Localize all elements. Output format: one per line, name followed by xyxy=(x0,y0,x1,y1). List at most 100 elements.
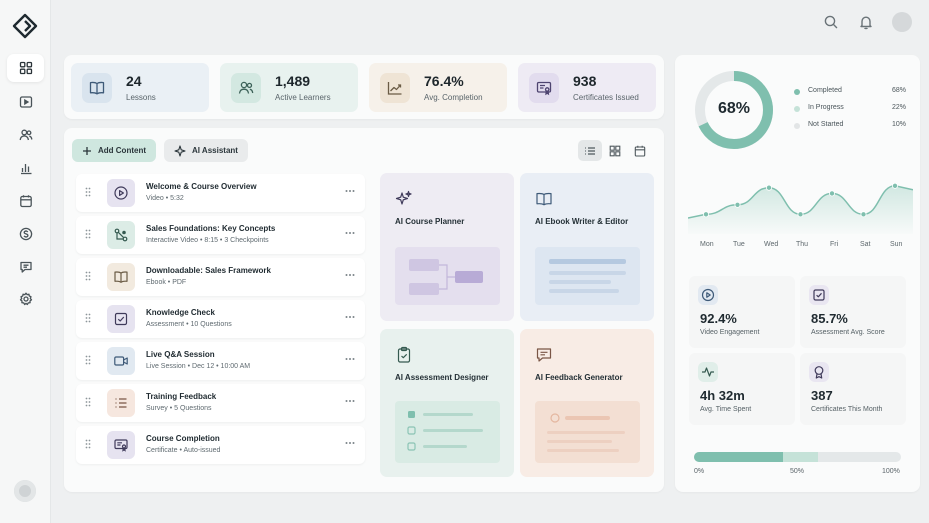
more-icon[interactable] xyxy=(345,357,355,361)
more-icon[interactable] xyxy=(345,231,355,235)
ai-ebook-writer-card[interactable]: AI Ebook Writer & Editor xyxy=(520,173,654,321)
more-icon[interactable] xyxy=(345,273,355,277)
list-item[interactable]: Welcome & Course Overview Video • 5:32 xyxy=(76,174,365,212)
tool-label: AI Course Planner xyxy=(395,217,465,226)
sidebar-item-users[interactable] xyxy=(7,121,44,149)
play-circle-icon xyxy=(107,179,135,207)
item-title: Welcome & Course Overview xyxy=(146,182,257,191)
ai-assistant-button[interactable]: AI Assistant xyxy=(164,139,248,162)
list-item[interactable]: Live Q&A Session Live Session • Dec 12 •… xyxy=(76,342,365,380)
metric-card-time-spent: 4h 32m Avg. Time Spent xyxy=(689,353,795,425)
list-item[interactable]: Course Completion Certificate • Auto-iss… xyxy=(76,426,365,464)
trend-icon xyxy=(380,73,410,103)
item-title: Downloadable: Sales Framework xyxy=(146,266,271,275)
item-title: Course Completion xyxy=(146,434,220,443)
view-toggle xyxy=(577,140,653,161)
grid-view-button[interactable] xyxy=(603,140,627,161)
avatar[interactable] xyxy=(14,480,36,502)
stat-card-certificates: 938 Certificates Issued xyxy=(518,63,656,112)
grid-icon xyxy=(19,61,32,75)
search-icon[interactable] xyxy=(822,13,840,31)
drag-handle-icon[interactable] xyxy=(85,355,91,365)
tool-label: AI Ebook Writer & Editor xyxy=(535,217,629,226)
sidebar-item-messages[interactable] xyxy=(7,253,44,281)
add-content-label: Add Content xyxy=(98,146,146,155)
progress-tick-label: 100% xyxy=(882,468,900,475)
data-point xyxy=(891,182,898,189)
list-item[interactable]: Sales Foundations: Key Concepts Interact… xyxy=(76,216,365,254)
more-icon[interactable] xyxy=(345,441,355,445)
more-icon[interactable] xyxy=(345,315,355,319)
progress-tick-label: 50% xyxy=(790,468,805,475)
sidebar-item-settings[interactable] xyxy=(7,285,44,313)
sidebar-item-billing[interactable] xyxy=(7,220,44,248)
ai-assistant-label: AI Assistant xyxy=(192,146,238,155)
ai-feedback-generator-card[interactable]: AI Feedback Generator xyxy=(520,329,654,477)
drag-handle-icon[interactable] xyxy=(85,271,91,281)
item-title: Knowledge Check xyxy=(146,308,215,317)
legend-value: 68% xyxy=(891,87,906,94)
stat-label: Lessons xyxy=(126,93,156,102)
metric-label: Certificates This Month xyxy=(811,406,883,413)
item-meta: Assessment • 10 Questions xyxy=(146,321,232,328)
sidebar-item-analytics[interactable] xyxy=(7,154,44,182)
add-content-button[interactable]: Add Content xyxy=(72,139,156,162)
avatar[interactable] xyxy=(892,12,912,32)
list-item[interactable]: Training Feedback Survey • 5 Questions xyxy=(76,384,365,422)
legend-completed: Completed 68% xyxy=(794,87,906,99)
plus-icon xyxy=(83,146,91,155)
feedback-message-icon xyxy=(535,346,553,364)
item-meta: Live Session • Dec 12 • 10:00 AM xyxy=(146,363,251,370)
x-tick-label: Mon xyxy=(700,241,714,248)
diamond-logo-icon[interactable] xyxy=(12,13,38,39)
book-icon xyxy=(107,263,135,291)
dollar-icon xyxy=(19,227,32,241)
drag-handle-icon[interactable] xyxy=(85,229,91,239)
sidebar-item-videos[interactable] xyxy=(7,88,44,116)
list-view-button[interactable] xyxy=(578,140,602,161)
bell-icon[interactable] xyxy=(857,13,875,31)
drag-handle-icon[interactable] xyxy=(85,313,91,323)
document-illustration xyxy=(535,247,640,305)
drag-handle-icon[interactable] xyxy=(85,439,91,449)
list-item[interactable]: Knowledge Check Assessment • 10 Question… xyxy=(76,300,365,338)
sparkles-icon xyxy=(395,190,413,208)
item-title: Training Feedback xyxy=(146,392,217,401)
calendar-view-button[interactable] xyxy=(628,140,652,161)
item-meta: Certificate • Auto-issued xyxy=(146,447,221,454)
drag-handle-icon[interactable] xyxy=(85,187,91,197)
more-icon[interactable] xyxy=(345,189,355,193)
metric-label: Video Engagement xyxy=(700,329,760,336)
message-icon xyxy=(19,261,32,273)
calendar-icon xyxy=(19,195,32,208)
video-camera-icon xyxy=(107,347,135,375)
x-tick-label: Fri xyxy=(830,241,839,248)
stat-value: 24 xyxy=(126,73,142,89)
ai-course-planner-card[interactable]: AI Course Planner xyxy=(380,173,514,321)
list-item[interactable]: Downloadable: Sales Framework Ebook • PD… xyxy=(76,258,365,296)
item-meta: Survey • 5 Questions xyxy=(146,405,212,412)
more-icon[interactable] xyxy=(345,399,355,403)
activity-area-chart xyxy=(688,182,913,234)
item-title: Sales Foundations: Key Concepts xyxy=(146,224,276,233)
sidebar-item-dashboard[interactable] xyxy=(7,54,44,82)
stat-value: 938 xyxy=(573,73,597,89)
feedback-illustration xyxy=(535,401,640,463)
sidebar-item-calendar[interactable] xyxy=(7,187,44,215)
legend-not-started: Not Started 10% xyxy=(794,121,906,133)
clipboard-check-icon xyxy=(395,346,413,364)
ai-assessment-designer-card[interactable]: AI Assessment Designer xyxy=(380,329,514,477)
flowchart-illustration xyxy=(395,247,500,305)
item-title: Live Q&A Session xyxy=(146,350,215,359)
stat-card-completion: 76.4% Avg. Completion xyxy=(369,63,507,112)
progress-in-progress-fill xyxy=(783,452,819,462)
stat-card-learners: 1,489 Active Learners xyxy=(220,63,358,112)
certificate-icon xyxy=(107,431,135,459)
check-square-icon xyxy=(107,305,135,333)
donut-center-label: 68% xyxy=(717,100,751,117)
drag-handle-icon[interactable] xyxy=(85,397,91,407)
data-point xyxy=(828,190,835,197)
checklist-illustration xyxy=(395,401,500,463)
stat-label: Avg. Completion xyxy=(424,93,483,102)
award-icon xyxy=(809,362,829,382)
